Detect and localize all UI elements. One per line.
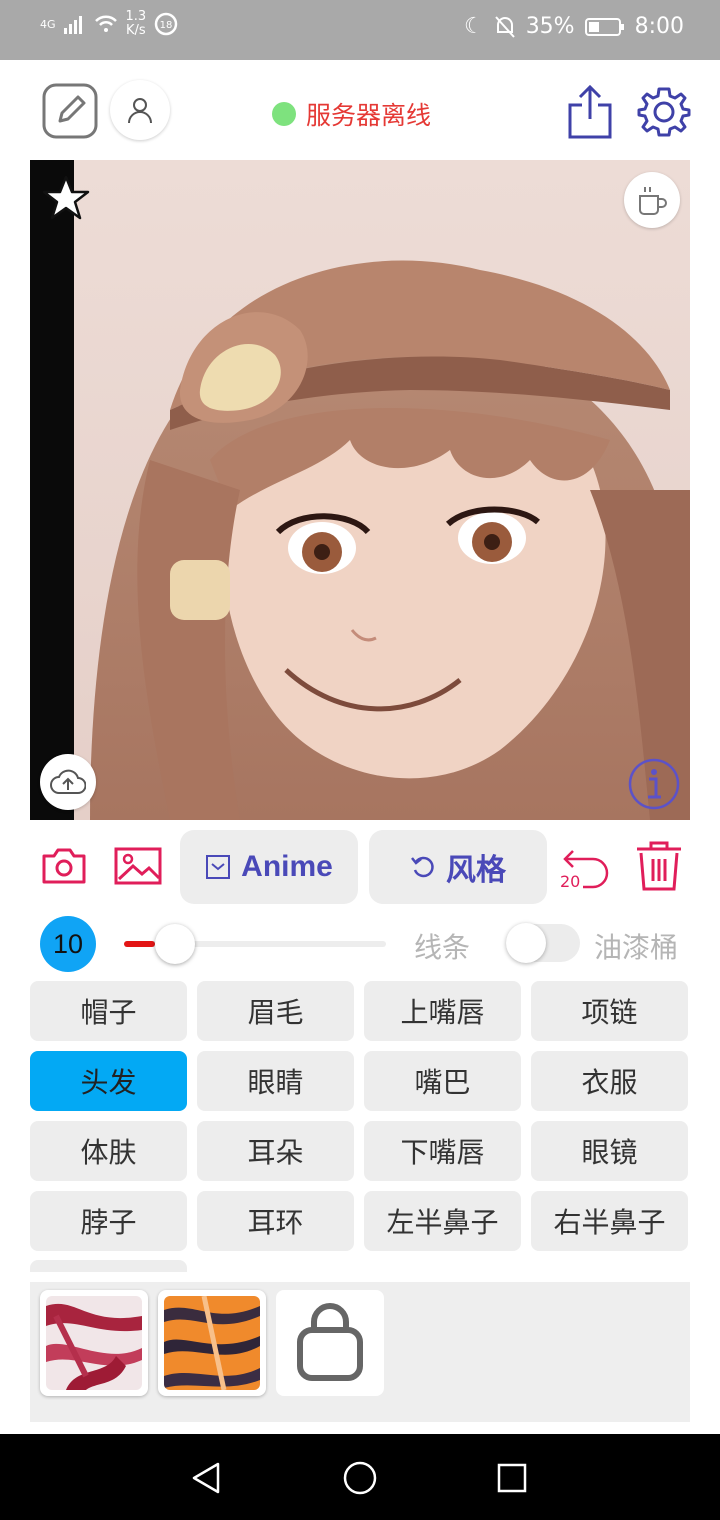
- texture-swatch[interactable]: [40, 1290, 148, 1396]
- texture-red-image: [46, 1296, 142, 1390]
- status-dot: [272, 102, 296, 126]
- label-chip[interactable]: 下嘴唇: [364, 1121, 521, 1181]
- brush-size-slider[interactable]: [124, 924, 386, 964]
- label-chip[interactable]: 耳环: [197, 1191, 354, 1251]
- undo-count: 20: [560, 872, 581, 891]
- battery-percent: 35%: [525, 14, 575, 39]
- toggle-knob: [506, 923, 546, 963]
- image-icon: [114, 847, 162, 885]
- delete-button[interactable]: [632, 838, 686, 894]
- drawing-canvas[interactable]: [30, 160, 690, 820]
- user-icon: [128, 98, 152, 124]
- data-saver-icon: 18: [154, 12, 178, 36]
- label-chip[interactable]: 左半鼻子: [364, 1191, 521, 1251]
- speed-unit: K/s: [126, 23, 146, 38]
- label-chip[interactable]: 头发: [30, 1051, 187, 1111]
- gear-icon: [637, 87, 691, 137]
- back-button[interactable]: [184, 1456, 228, 1500]
- tool-row: Anime 风格 20: [0, 828, 720, 908]
- style-button[interactable]: 风格: [369, 830, 547, 904]
- gallery-button[interactable]: [112, 842, 164, 890]
- speed-value: 1.3: [125, 9, 147, 24]
- upload-button[interactable]: [40, 754, 96, 810]
- line-mode-label[interactable]: 线条: [414, 926, 470, 966]
- silent-icon: [494, 15, 515, 38]
- label-chip-partial[interactable]: [30, 1260, 187, 1272]
- info-button[interactable]: [626, 756, 682, 812]
- label-chip[interactable]: 上嘴唇: [364, 981, 521, 1041]
- segment-label-grid: 帽子 眉毛 上嘴唇 项链头发 眼睛 嘴巴 衣服体肤 耳朵 下嘴唇 眼镜脖子 耳环 左半鼻子 右半鼻子: [30, 981, 690, 1251]
- home-button[interactable]: [338, 1456, 382, 1500]
- recents-button[interactable]: [490, 1456, 534, 1500]
- label-chip[interactable]: 体肤: [30, 1121, 187, 1181]
- star-icon: [42, 175, 90, 220]
- server-status-text: 服务器离线: [306, 101, 432, 130]
- server-status: 服务器离线: [272, 96, 431, 132]
- generated-artwork: [30, 160, 690, 820]
- network-type: 4G: [40, 17, 56, 31]
- shop-button[interactable]: [276, 1290, 384, 1396]
- label-chip[interactable]: 眼镜: [531, 1121, 688, 1181]
- network-speed: 1.3 K/s: [126, 10, 147, 38]
- camera-icon: [42, 848, 86, 884]
- refresh-icon: [411, 856, 434, 878]
- cloud-upload-icon: [50, 769, 86, 794]
- label-chip[interactable]: 眉毛: [197, 981, 354, 1041]
- model-select-button[interactable]: Anime: [180, 830, 358, 904]
- mail-icon: [206, 855, 231, 879]
- status-left: 4G 1.3 K/s 18: [40, 10, 178, 38]
- settings-button[interactable]: [636, 84, 692, 140]
- wifi-icon: [94, 15, 117, 32]
- label-chip[interactable]: 项链: [531, 981, 688, 1041]
- label-chip[interactable]: 嘴巴: [364, 1051, 521, 1111]
- shopping-bag-icon: [297, 1303, 363, 1381]
- signal-icon: [63, 16, 82, 34]
- info-icon: [628, 758, 680, 810]
- label-chip[interactable]: 眼睛: [197, 1051, 354, 1111]
- bucket-toggle[interactable]: [506, 923, 580, 963]
- trash-icon: [637, 841, 681, 891]
- battery-icon: [584, 17, 624, 36]
- favorite-button[interactable]: [40, 172, 92, 224]
- slider-thumb[interactable]: [155, 924, 195, 964]
- brush-controls: 10 线条 油漆桶: [0, 912, 720, 976]
- edit-icon: [42, 83, 98, 139]
- undo-button[interactable]: 20: [558, 840, 616, 892]
- label-chip[interactable]: 右半鼻子: [531, 1191, 688, 1251]
- share-button[interactable]: [564, 82, 616, 140]
- clock: 8:00: [634, 14, 684, 39]
- label-chip[interactable]: 耳朵: [197, 1121, 354, 1181]
- status-right: ☾ 35% 8:00: [464, 14, 684, 39]
- texture-palette: [30, 1282, 690, 1422]
- share-icon: [568, 84, 612, 139]
- status-bar: 4G 1.3 K/s 18 ☾ 35% 8:00: [0, 0, 720, 60]
- coffee-icon: [639, 187, 667, 215]
- coffee-button[interactable]: [624, 172, 680, 228]
- texture-tiger-image: [164, 1296, 260, 1390]
- model-label: Anime: [241, 850, 333, 883]
- moon-icon: ☾: [463, 14, 484, 39]
- system-nav-bar: [0, 1434, 720, 1520]
- style-label: 风格: [446, 854, 506, 887]
- label-chip[interactable]: 衣服: [531, 1051, 688, 1111]
- bucket-mode-label: 油漆桶: [594, 931, 679, 964]
- svg-text:18: 18: [160, 20, 173, 31]
- label-chip[interactable]: 帽子: [30, 981, 187, 1041]
- home-icon: [343, 1461, 377, 1495]
- recents-icon: [497, 1463, 527, 1493]
- label-chip[interactable]: 脖子: [30, 1191, 187, 1251]
- brush-size-badge: 10: [40, 916, 96, 972]
- user-button[interactable]: [110, 80, 170, 140]
- back-icon: [192, 1462, 220, 1494]
- texture-swatch[interactable]: [158, 1290, 266, 1396]
- edit-button[interactable]: [42, 83, 98, 139]
- camera-button[interactable]: [38, 842, 90, 890]
- slider-fill: [124, 941, 155, 947]
